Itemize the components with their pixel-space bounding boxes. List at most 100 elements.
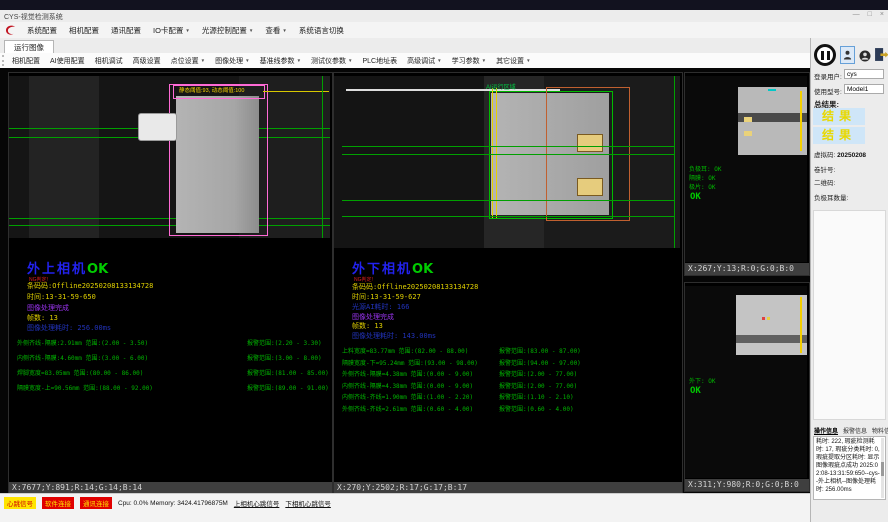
camera-image-aux-bottom[interactable]: 外下: OK OK <box>685 286 807 478</box>
time-line: 时间:13-31-59-627 <box>352 292 421 302</box>
elapsed-line: 图像处理耗时: 143.00ms <box>352 331 436 341</box>
measurement-row: 外侧齐线-齐线=2.61mm 范围:(0.60 - 4.00)报警范围:(0.6… <box>342 404 676 416</box>
user-icon <box>843 49 852 61</box>
pixel-coordinate-readout: X:267;Y:13;R:0;G:0;B:0 <box>685 263 809 275</box>
image-texture <box>334 76 484 248</box>
toolbar-item[interactable]: 高级调试▼ <box>402 56 446 66</box>
close-icon[interactable]: × <box>880 11 884 18</box>
menu-item[interactable]: 通讯配置 <box>105 25 147 36</box>
measure-line <box>492 88 493 218</box>
chevron-down-icon: ▼ <box>437 58 441 63</box>
baseline-line <box>342 154 674 155</box>
camera-image-aux-top[interactable]: 负极耳: OK隔膜: OK极片: OK OK <box>685 76 807 262</box>
log-tab[interactable]: 报警信息 <box>843 426 867 435</box>
result-indicator-2: 结果 <box>813 127 865 144</box>
info-field: 二维码: <box>814 177 835 187</box>
toolbar-item[interactable]: 图像处理▼ <box>210 56 254 66</box>
camera-name: 外上相机 <box>27 262 87 277</box>
field-label: 负极耳数量: <box>814 195 848 202</box>
ok-status: OK <box>690 386 701 396</box>
menu-item[interactable]: IO卡配置▼ <box>147 25 196 36</box>
camera-result-title: 外下相机OK <box>352 258 433 277</box>
measurement-row: 焊脚宽度=83.05mm 范围:(80.00 - 86.00)报警范围:(81.… <box>17 368 327 383</box>
thumbnail-image <box>736 295 807 355</box>
measurement-value: 内侧齐线-隔膜:4.60mm 范围:(3.00 - 6.00) <box>17 353 148 362</box>
heartbeat-status-link: 下相机心跳信号 <box>285 498 331 508</box>
measurement-row: 隔膜宽度-下=95.24mm 范围:(93.00 - 98.00)报警范围:(9… <box>342 358 676 370</box>
measurement-value: 外侧齐线-齐线=2.61mm 范围:(0.60 - 4.00) <box>342 404 473 413</box>
measure-line <box>800 91 802 151</box>
result-line: 负极耳: OK <box>689 164 721 173</box>
baseline-line <box>342 216 674 217</box>
connector-part <box>138 113 177 141</box>
tab-run-image[interactable]: 运行图像 <box>4 40 54 54</box>
chevron-down-icon: ▼ <box>348 58 352 63</box>
pause-icon <box>821 51 824 60</box>
field-value: 20250208 <box>837 152 866 159</box>
maximize-icon[interactable]: □ <box>868 11 872 18</box>
baseline-line <box>342 146 674 147</box>
toolbar-item[interactable]: PLC地址表 <box>358 56 403 66</box>
process-status-line: 图像处理完成 <box>27 303 69 313</box>
login-user-input[interactable] <box>844 69 884 79</box>
chevron-down-icon: ▼ <box>282 28 286 33</box>
logout-button[interactable] <box>873 45 888 64</box>
chevron-down-icon: ▼ <box>297 58 301 63</box>
menu-item[interactable]: 系统配置 <box>21 25 63 36</box>
minimize-icon[interactable]: — <box>853 11 860 18</box>
tab-contact <box>744 117 752 122</box>
alarm-range: 报警范围:(2.00 - 77.00) <box>499 381 577 390</box>
pixel-coordinate-readout: X:311;Y:980;R:0;G:0;B:0 <box>685 479 809 491</box>
toolbar-item[interactable]: 测试仪参数▼ <box>306 56 357 66</box>
chevron-down-icon: ▼ <box>482 58 486 63</box>
measurement-value: 外侧齐线-隔膜=4.38mm 范围:(0.00 - 9.00) <box>342 369 473 378</box>
menu-item[interactable]: 查看▼ <box>259 25 292 36</box>
roi-outline <box>169 84 268 236</box>
log-scrollbar[interactable] <box>881 438 884 498</box>
measurement-row: 内侧齐线-齐线=1.90mm 范围:(1.00 - 2.20)报警范围:(1.1… <box>342 392 676 404</box>
toolbar-item[interactable]: 其它设置▼ <box>491 56 535 66</box>
alarm-range: 报警范围:(3.00 - 8.00) <box>247 353 322 362</box>
toolbar-item[interactable]: 点位设置▼ <box>166 56 210 66</box>
camera-panel-upper-outer: 静态阈值:93, 动态阈值:100 外上相机OK NG判定! 条码码:Offli… <box>8 72 333 495</box>
ai-time-line: 光源AI耗时: 166 <box>352 302 410 312</box>
tab-contact <box>577 134 603 152</box>
camera-image-lower-outer[interactable]: AI运行区域 <box>334 76 680 248</box>
image-texture <box>736 335 807 343</box>
ok-status: OK <box>87 262 108 277</box>
alarm-range: 报警范围:(1.10 - 2.10) <box>499 392 574 401</box>
tab-strip: 运行图像 <box>0 38 888 54</box>
operator-mode-button[interactable] <box>840 46 855 64</box>
toolbar-item[interactable]: 学习参数▼ <box>447 56 491 66</box>
result-indicator-1: 结果 <box>813 108 865 125</box>
toolbar-item[interactable]: AI使用配置 <box>45 56 90 66</box>
measurement-value: 外侧齐线-隔膜:2.91mm 范围:(2.00 - 3.50) <box>17 338 148 347</box>
admin-mode-button[interactable] <box>858 48 871 63</box>
alarm-range: 报警范围:(83.00 - 87.00) <box>499 346 581 355</box>
toolbar-item[interactable]: 相机配置 <box>7 56 45 66</box>
menu-item[interactable]: 系统语言切换 <box>293 25 350 36</box>
log-box[interactable]: 耗时: 222, 瑕疵检测耗时: 17, 瑕疵分类耗时: 0, 瑕疵提取分区耗时… <box>813 436 886 500</box>
log-tab[interactable]: 物料信息 <box>872 426 888 435</box>
toolbar-item[interactable]: 相机调试 <box>90 56 128 66</box>
result-line: 外下: OK <box>689 376 715 385</box>
menu-item[interactable]: 相机配置 <box>63 25 105 36</box>
measurement-value: 上料宽度=83.77mm 范围:(82.00 - 88.00) <box>342 346 468 355</box>
measurement-row: 外侧齐线-隔膜=4.38mm 范围:(0.00 - 9.00)报警范围:(2.0… <box>342 369 676 381</box>
camera-image-upper-outer[interactable]: 静态阈值:93, 动态阈值:100 <box>9 76 330 238</box>
log-tab[interactable]: 操作信息 <box>814 426 838 435</box>
status-bar: 心跳信号软件连接通讯连接Cpu: 0.0% Memory: 3424.41796… <box>0 493 810 522</box>
scrollbar-thumb[interactable] <box>881 462 884 476</box>
chevron-down-icon: ▼ <box>185 28 189 33</box>
measure-line <box>800 297 802 353</box>
heartbeat-status-link: 上相机心跳信号 <box>234 498 280 508</box>
model-input[interactable] <box>844 84 884 94</box>
ok-status: OK <box>690 192 701 202</box>
tab-contact <box>744 131 752 136</box>
time-line: 时间:13-31-59-650 <box>27 292 96 302</box>
pause-button[interactable] <box>814 44 836 66</box>
toolbar-item[interactable]: 高级设置 <box>128 56 166 66</box>
toolbar-item[interactable]: 基准线参数▼ <box>255 56 306 66</box>
result-list-box[interactable] <box>813 210 886 420</box>
menu-item[interactable]: 光源控制配置▼ <box>196 25 259 36</box>
